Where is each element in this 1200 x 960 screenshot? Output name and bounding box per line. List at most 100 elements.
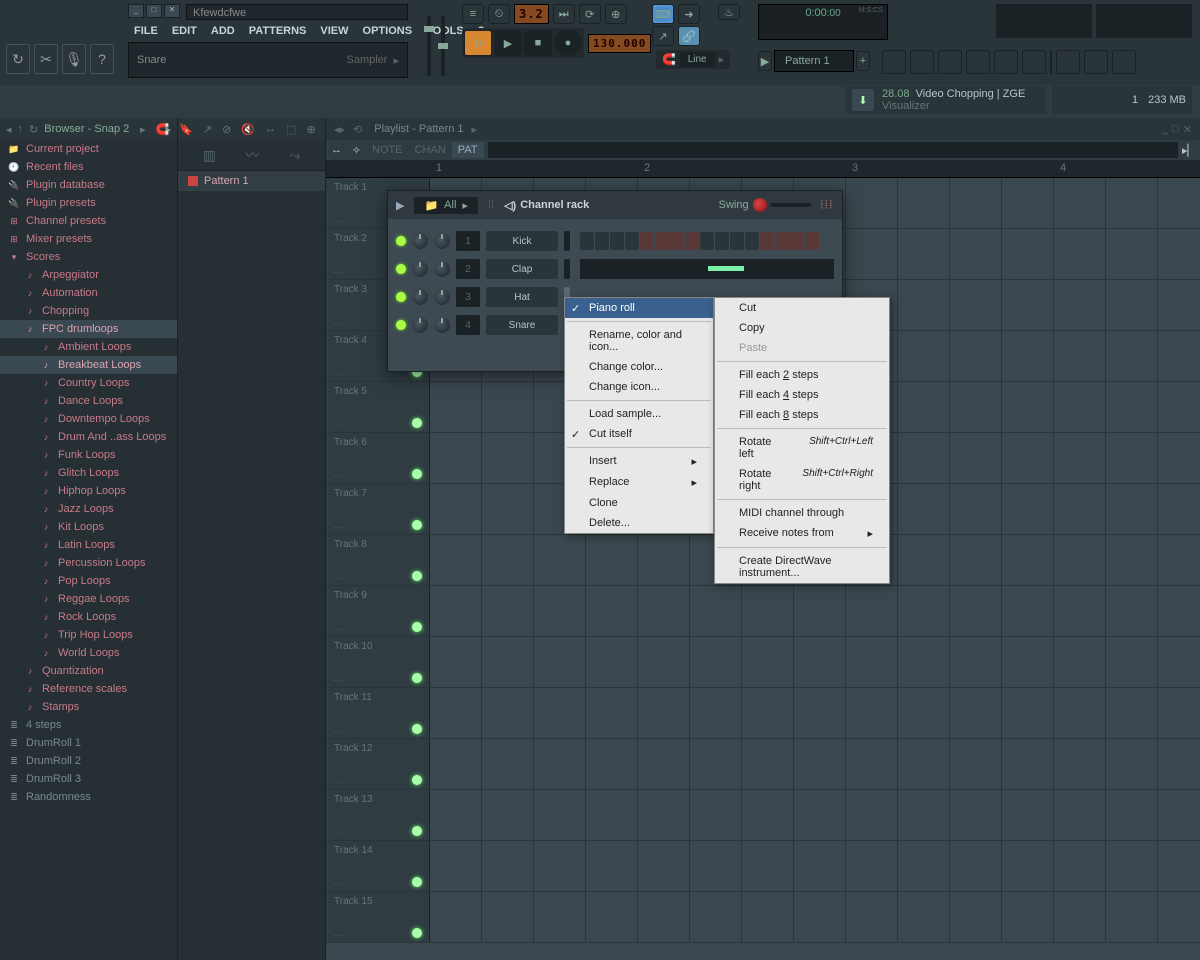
picker-auto-icon[interactable]: ⤳ [289,147,300,164]
pl-mode2-icon[interactable]: ✧ [352,144,361,157]
help-hints-button[interactable]: ? [90,44,114,74]
link-button[interactable]: 🔗 [678,26,700,46]
track-header[interactable]: Track 5… [326,382,430,432]
browser-fwd-icon[interactable]: ↑ [18,123,24,135]
track-row[interactable]: Track 14… [326,841,1200,892]
menu-options[interactable]: OPTIONS [357,22,419,40]
step-button[interactable] [730,232,744,250]
menu-item[interactable]: Rename, color and icon... [565,325,713,357]
step-button[interactable] [715,232,729,250]
pl-menu-icon[interactable]: ◂▸ [334,123,345,136]
play-button[interactable]: ▶ [494,30,522,56]
menu-item[interactable]: Insert▸ [565,451,713,472]
track-row[interactable]: Track 15… [326,892,1200,943]
picker-item[interactable]: Pattern 1 [178,170,325,191]
loop-record-button[interactable]: ↻ [464,30,492,56]
menu-item[interactable]: Load sample... [565,404,713,424]
playlist-ruler[interactable]: 1234 [326,160,1200,178]
view-button[interactable] [1084,50,1108,74]
render-button[interactable]: 🎙 [62,44,86,74]
tree-item[interactable]: ♪Trip Hop Loops [0,626,177,644]
tree-item[interactable]: ⊞Mixer presets [0,230,177,248]
record-button[interactable]: ● [554,30,582,56]
track-row[interactable]: Track 9… [326,586,1200,637]
tree-item[interactable]: ≣4 steps [0,716,177,734]
menu-edit[interactable]: EDIT [166,22,203,40]
tree-item[interactable]: ♪Rock Loops [0,608,177,626]
track-mute-led[interactable] [412,520,422,530]
picker-menu-icon[interactable]: ▸ [140,123,146,136]
step-button[interactable] [805,232,819,250]
menu-item[interactable]: Cut [715,298,889,318]
tree-item[interactable]: ♪Reference scales [0,680,177,698]
tree-item[interactable]: 📁Current project [0,140,177,158]
master-volume-slider[interactable] [427,16,431,76]
tree-item[interactable]: ♪Chopping [0,302,177,320]
track-mute-led[interactable] [412,418,422,428]
countdown-button[interactable]: ⟳ [579,4,601,24]
snap-selector[interactable]: Line [680,52,715,67]
playlist-button[interactable] [882,50,906,74]
maximize-icon[interactable]: □ [146,4,162,18]
pattern-play-icon[interactable]: ▶ [758,51,772,71]
tree-item[interactable]: ≣DrumRoll 1 [0,734,177,752]
undo-history-button[interactable]: ↻ [6,44,30,74]
blend-notes-button[interactable]: ➜ [678,4,700,24]
channel-pan-knob[interactable] [412,233,428,249]
track-mute-led[interactable] [412,673,422,683]
tempo-tap-button[interactable] [1056,50,1080,74]
stop-button[interactable]: ■ [524,30,552,56]
step-button[interactable] [655,232,669,250]
step-button[interactable] [640,232,654,250]
picker-cut-icon[interactable]: ⊘ [222,123,231,136]
pat-song-toggle[interactable]: ≡ [462,4,484,24]
track-mute-led[interactable] [412,775,422,785]
menu-patterns[interactable]: PATTERNS [243,22,313,40]
song-position-counter[interactable]: 3.2 [514,4,549,24]
tree-item[interactable]: ≣Randomness [0,788,177,806]
picker-rev-icon[interactable]: ↔ [265,123,276,135]
tree-item[interactable]: ♪Hiphop Loops [0,482,177,500]
track-mute-led[interactable] [412,877,422,887]
tree-item[interactable]: ♪Jazz Loops [0,500,177,518]
track-header[interactable]: Track 8… [326,535,430,585]
track-grid[interactable] [430,841,1200,891]
tree-item[interactable]: ♪Stamps [0,698,177,716]
pianoroll-button[interactable] [910,50,934,74]
channelrack-button[interactable] [938,50,962,74]
track-row[interactable]: Track 11… [326,688,1200,739]
project-title-input[interactable]: Kfewdcfwe [186,4,408,20]
picker-keys-icon[interactable]: ▥ [203,147,216,164]
tree-item[interactable]: ♪Automation [0,284,177,302]
track-header[interactable]: Track 14… [326,841,430,891]
track-row[interactable]: Track 13… [326,790,1200,841]
channel-number[interactable]: 4 [456,315,480,335]
track-mute-led[interactable] [412,826,422,836]
step-button[interactable] [580,232,594,250]
minimize-icon[interactable]: _ [128,4,144,18]
menu-item[interactable]: Delete... [565,513,713,533]
track-header[interactable]: Track 9… [326,586,430,636]
picker-wave-icon[interactable]: 〰 [246,145,260,165]
track-header[interactable]: Track 15… [326,892,430,942]
tree-item[interactable]: ♪World Loops [0,644,177,662]
picker-opt-icon[interactable]: ⊕ [306,123,315,136]
picker-sel-icon[interactable]: ⬚ [286,123,296,136]
pl-timeline-overview[interactable] [488,142,1179,158]
channel-number[interactable]: 2 [456,259,480,279]
tree-item[interactable]: ♪Quantization [0,662,177,680]
tree-item[interactable]: ♪Percussion Loops [0,554,177,572]
step-button[interactable] [685,232,699,250]
mixer-button[interactable] [966,50,990,74]
menu-item[interactable]: Copy [715,318,889,338]
channel-number[interactable]: 1 [456,231,480,251]
menu-item[interactable]: Rotate leftShift+Ctrl+Left [715,432,889,464]
step-button[interactable] [700,232,714,250]
menu-item[interactable]: Create DirectWave instrument... [715,551,889,583]
menu-item[interactable]: Change color... [565,357,713,377]
tree-item[interactable]: 🔌Plugin database [0,176,177,194]
track-mute-led[interactable] [412,928,422,938]
track-grid[interactable] [430,688,1200,738]
channel-pan-knob[interactable] [412,289,428,305]
save-button[interactable]: ✂ [34,44,58,74]
